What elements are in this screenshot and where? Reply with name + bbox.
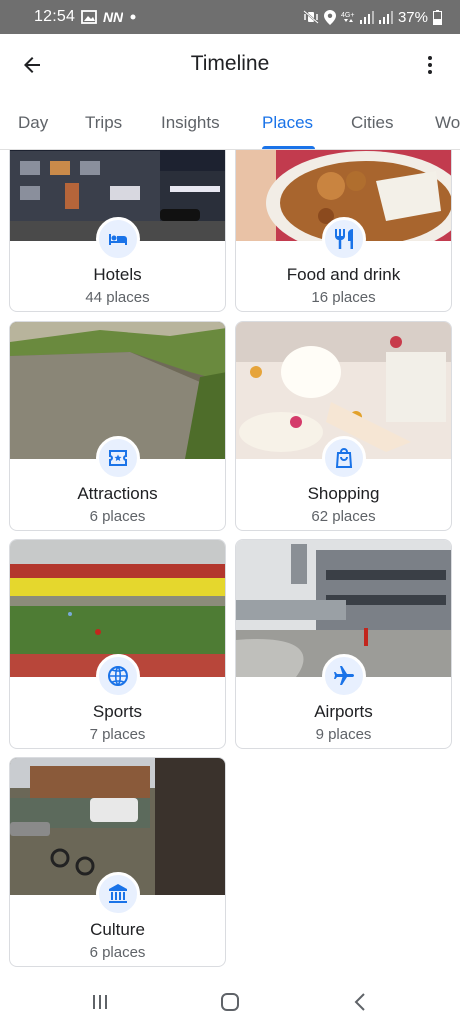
sports-badge (95, 654, 140, 698)
restaurant-icon (334, 229, 353, 249)
image-notification-icon (81, 10, 97, 24)
active-tab-indicator (262, 146, 315, 149)
airports-badge (321, 654, 366, 698)
nav-back-icon (354, 993, 365, 1011)
tab-cities[interactable]: Cities (351, 113, 394, 133)
category-card-food-and-drink[interactable]: Food and drink 16 places (235, 150, 452, 312)
battery-percent: 37% (397, 8, 428, 26)
airplane-icon (333, 666, 354, 685)
tab-bar: Day Trips Insights Places Cities Wo (0, 96, 460, 150)
mute-vibrate-icon (303, 10, 319, 24)
category-title: Shopping (307, 484, 380, 503)
tab-insights[interactable]: Insights (161, 113, 220, 133)
recents-icon (93, 995, 107, 1009)
category-count: 6 places (89, 944, 146, 961)
dot-icon (129, 13, 137, 21)
home-button[interactable] (210, 986, 250, 1018)
culture-badge (95, 872, 140, 916)
category-card-hotels[interactable]: Hotels 44 places (9, 150, 226, 312)
tab-trips[interactable]: Trips (85, 113, 122, 133)
svg-text:N: N (113, 10, 123, 24)
category-card-airports[interactable]: Airports 9 places (235, 539, 452, 749)
4g-icon: 4G+ (341, 10, 355, 24)
more-options-button[interactable] (406, 41, 454, 89)
category-count: 9 places (315, 726, 372, 743)
shopping-badge (321, 436, 366, 480)
tab-places[interactable]: Places (262, 113, 313, 133)
category-title: Airports (314, 702, 373, 721)
nav-back-button[interactable] (340, 986, 380, 1018)
status-time: 12:54 (34, 8, 76, 25)
category-count: 62 places (311, 508, 376, 525)
home-icon (221, 993, 239, 1011)
category-count: 6 places (89, 508, 146, 525)
places-grid: Hotels 44 places Food and drink 16 place… (0, 150, 460, 980)
category-title: Sports (92, 702, 143, 721)
n-notification-icon: NN (103, 10, 123, 24)
tab-day[interactable]: Day (18, 113, 48, 133)
signal-icon (359, 10, 374, 24)
category-card-culture[interactable]: Culture 6 places (9, 757, 226, 967)
category-count: 16 places (311, 289, 376, 306)
category-title: Attractions (77, 484, 158, 503)
category-card-shopping[interactable]: Shopping 62 places (235, 321, 452, 531)
recents-button[interactable] (80, 986, 120, 1018)
category-count: 44 places (85, 289, 150, 306)
food-badge (321, 217, 366, 261)
category-card-sports[interactable]: Sports 7 places (9, 539, 226, 749)
system-nav-bar (0, 980, 460, 1024)
hotel-bed-icon (108, 234, 127, 245)
app-bar: Timeline (0, 34, 460, 96)
sports-ball-icon (107, 666, 128, 686)
status-bar: 12:54 NN 4G+ 37% (0, 0, 460, 34)
category-title: Hotels (93, 265, 142, 284)
location-icon (323, 9, 336, 25)
signal-icon-2 (378, 10, 393, 24)
ticket-icon (108, 450, 127, 466)
svg-text:4G+: 4G+ (341, 12, 354, 19)
hotel-badge (95, 217, 140, 261)
category-count: 7 places (89, 726, 146, 743)
more-vert-icon (428, 56, 432, 74)
category-title: Food and drink (286, 265, 401, 284)
category-title: Culture (90, 920, 145, 939)
attractions-badge (95, 436, 140, 480)
battery-icon (433, 9, 442, 25)
museum-icon (108, 884, 127, 903)
category-card-attractions[interactable]: Attractions 6 places (9, 321, 226, 531)
shopping-bag-icon (335, 448, 352, 468)
page-title: Timeline (190, 52, 270, 75)
tab-world[interactable]: Wo (435, 113, 460, 133)
